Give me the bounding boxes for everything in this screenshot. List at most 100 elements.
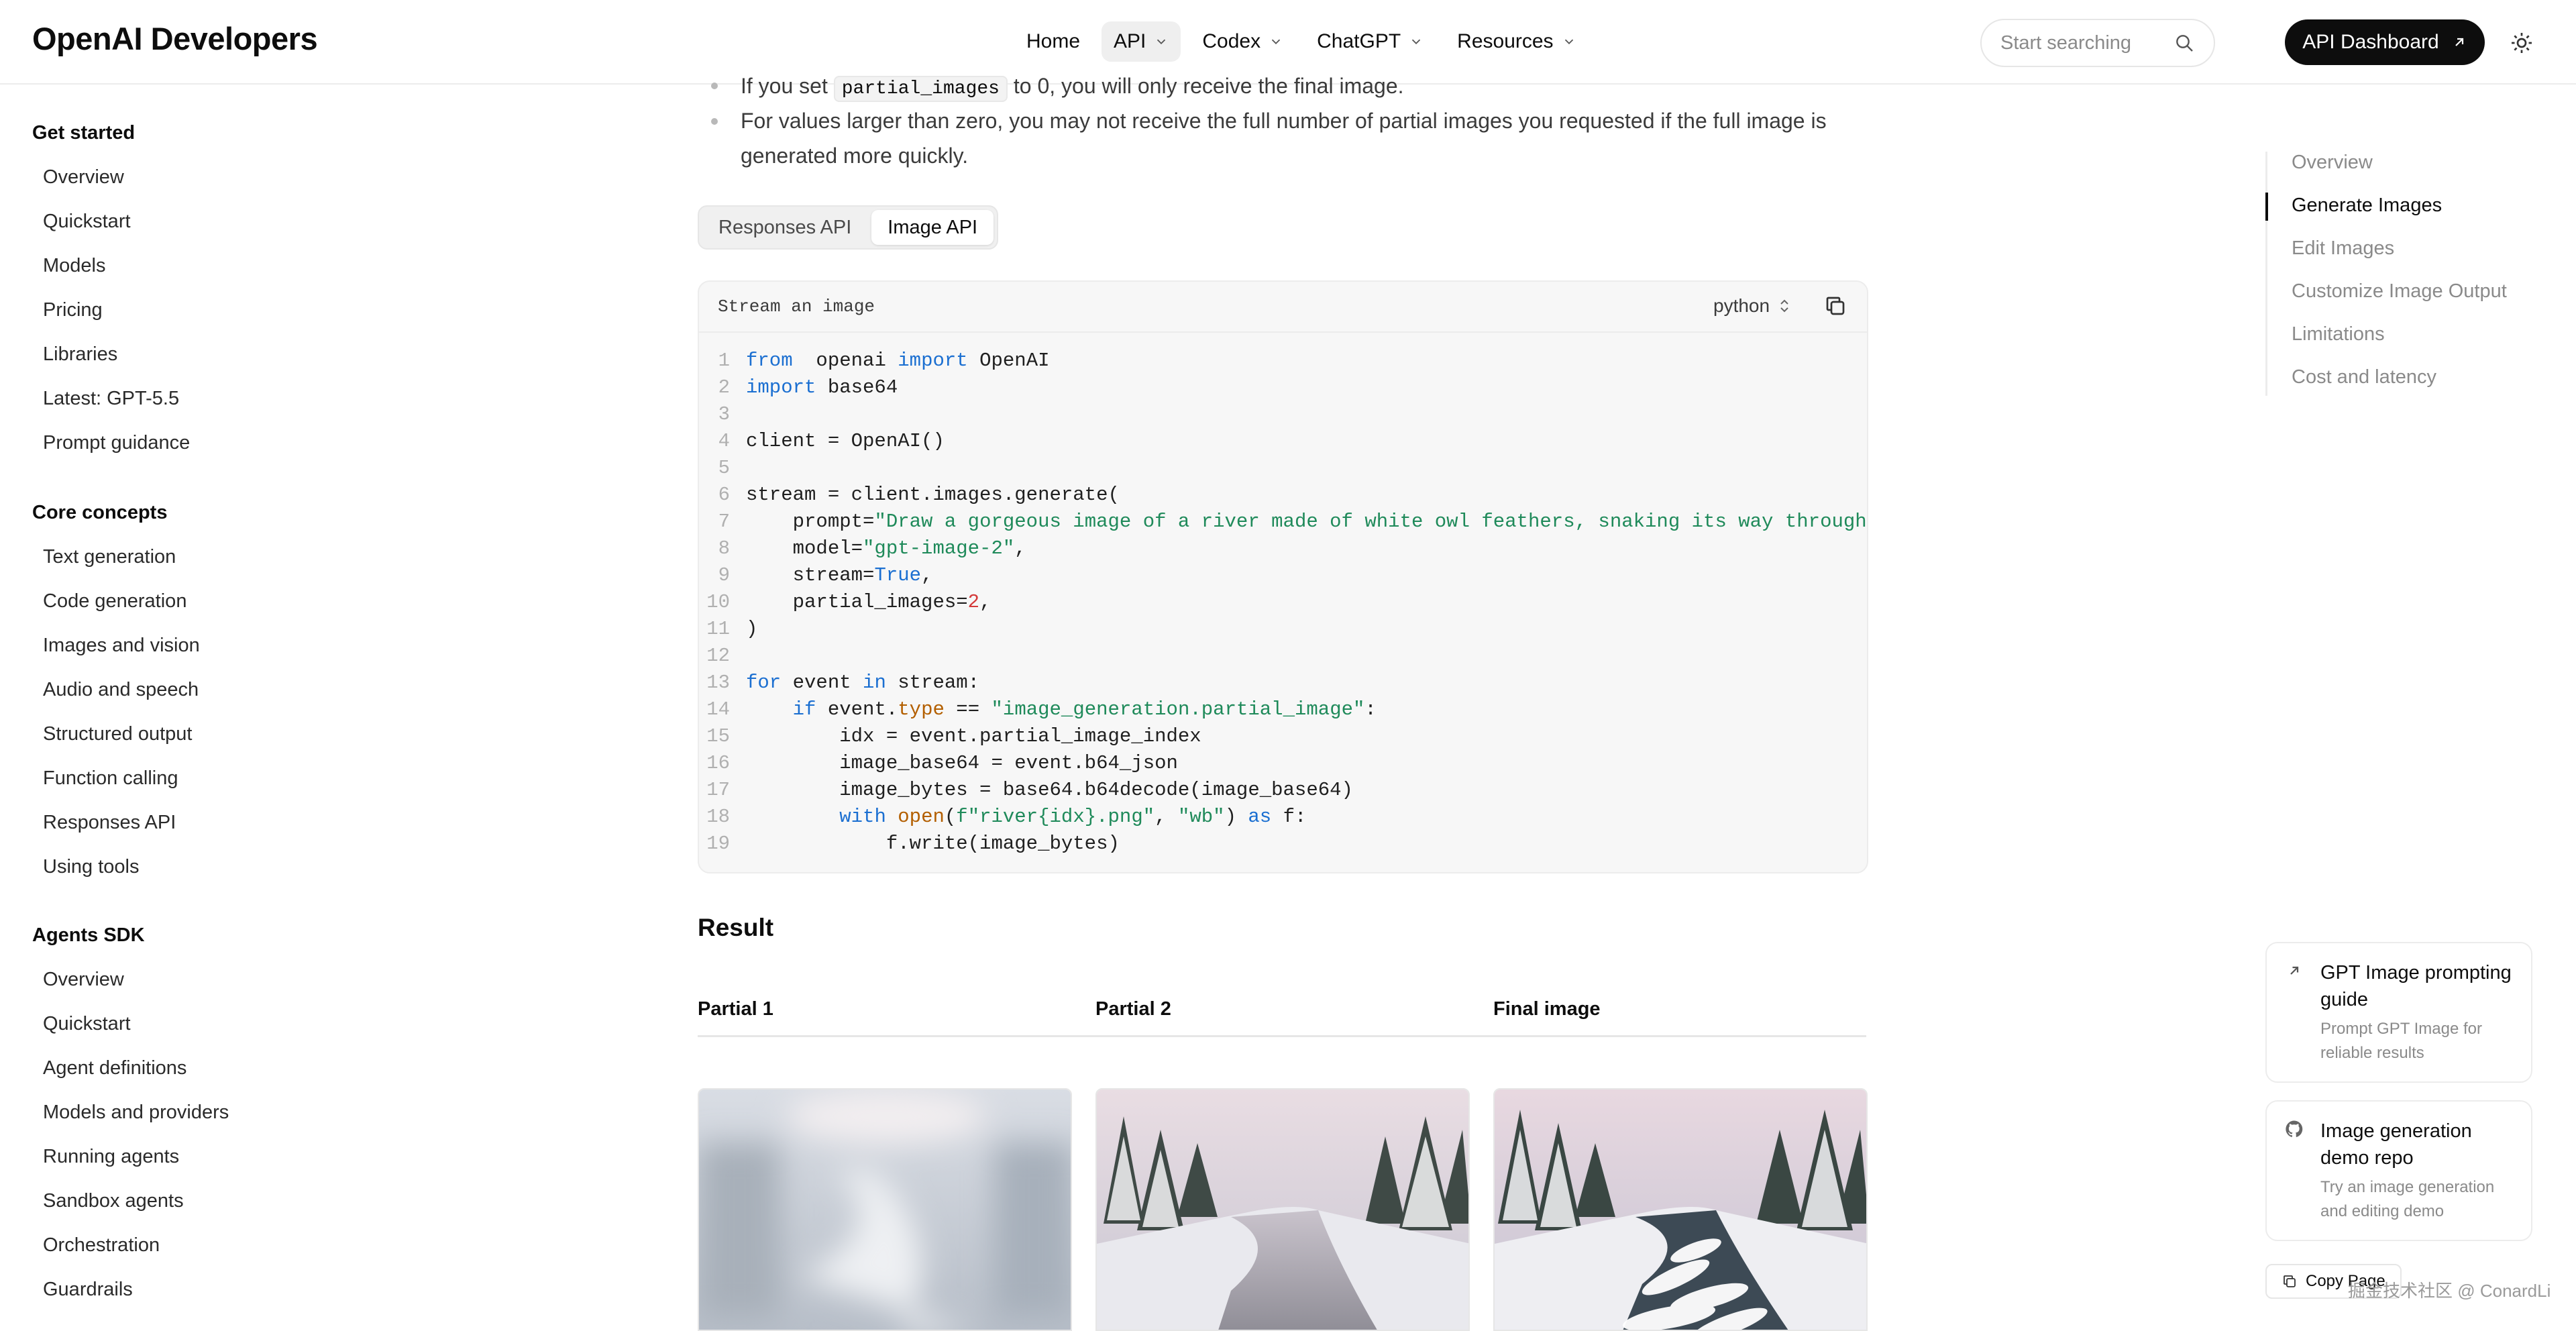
column-partial-1: Partial 1 — [698, 998, 773, 1020]
code-token: openai — [792, 350, 898, 372]
tab-image-api[interactable]: Image API — [871, 210, 994, 245]
code-token: as — [1248, 806, 1272, 828]
snowy-river-partial-image — [1097, 1089, 1468, 1330]
code-token: image_base64 = event.b64_json — [746, 752, 1178, 774]
line-number: 11 — [706, 618, 730, 640]
bullet2-line2: generated more quickly. — [741, 144, 969, 168]
sidebar-item-function-calling[interactable]: Function calling — [43, 767, 178, 790]
github-icon — [2286, 1120, 2303, 1137]
code-token: for — [746, 672, 782, 694]
bullet1-text-pre: If you set — [741, 74, 834, 98]
toc-item-generate-images[interactable]: Generate Images — [2292, 195, 2442, 217]
bullet2-line1: For values larger than zero, you may not… — [741, 109, 1827, 133]
sidebar-item-agent-definitions[interactable]: Agent definitions — [43, 1057, 186, 1079]
sidebar-item-agents-overview[interactable]: Overview — [43, 969, 124, 991]
toc-item-cost-latency[interactable]: Cost and latency — [2292, 366, 2436, 388]
code-token: ) — [746, 618, 758, 640]
sidebar-section-core-concepts: Core concepts — [32, 502, 168, 523]
sidebar-item-sandbox-agents[interactable]: Sandbox agents — [43, 1190, 184, 1212]
code-token: "gpt-image-2" — [863, 537, 1015, 560]
code-line: 19 f.write(image_bytes) — [699, 831, 1867, 857]
sidebar-item-orchestration[interactable]: Orchestration — [43, 1234, 160, 1257]
line-number: 12 — [706, 645, 730, 667]
code-token: import — [898, 350, 968, 372]
language-select[interactable]: python — [1713, 295, 1791, 317]
line-number: 14 — [706, 698, 730, 721]
code-token: if — [792, 698, 816, 721]
code-block: Stream an image python 1 from openai impo… — [698, 280, 1868, 873]
code-text: ) — [746, 616, 757, 643]
line-number: 5 — [718, 457, 730, 479]
toc-item-customize-output[interactable]: Customize Image Output — [2292, 280, 2507, 303]
code-token: f"river{idx}.png" — [956, 806, 1155, 828]
sidebar-item-agents-quickstart[interactable]: Quickstart — [43, 1013, 131, 1035]
partial-image-2 — [1095, 1088, 1470, 1331]
sidebar-item-using-tools[interactable]: Using tools — [43, 856, 139, 878]
code-token: model= — [746, 537, 863, 560]
bullet-partial-images-zero: If you set partial_images to 0, you will… — [741, 68, 1404, 107]
code-token: with — [839, 806, 886, 828]
code-line: 16 image_base64 = event.b64_json — [699, 750, 1867, 777]
code-line: 13 for event in stream: — [699, 670, 1867, 696]
code-block-header: Stream an image python — [699, 282, 1867, 333]
toc-item-overview[interactable]: Overview — [2292, 152, 2373, 174]
sidebar-item-latest[interactable]: Latest: GPT-5.5 — [43, 388, 179, 410]
left-sidebar: Get started Overview Quickstart Models P… — [0, 85, 282, 1331]
code-token: prompt= — [746, 511, 875, 533]
sidebar-item-quickstart[interactable]: Quickstart — [43, 211, 131, 233]
sidebar-item-overview[interactable]: Overview — [43, 166, 124, 189]
column-final-image: Final image — [1493, 998, 1601, 1020]
code-line: 6 stream = client.images.generate( — [699, 482, 1867, 509]
line-number: 13 — [706, 672, 730, 694]
sidebar-item-running-agents[interactable]: Running agents — [43, 1146, 179, 1168]
sidebar-item-audio-speech[interactable]: Audio and speech — [43, 679, 199, 701]
line-number: 2 — [718, 376, 730, 398]
code-token: == — [944, 698, 991, 721]
code-line: 14 if event.type == "image_generation.pa… — [699, 696, 1867, 723]
sidebar-item-guardrails[interactable]: Guardrails — [43, 1279, 133, 1301]
code-text: stream=True, — [746, 562, 933, 589]
code-token: event — [781, 672, 863, 694]
code-line: 5 — [699, 455, 1867, 482]
arrow-up-right-icon — [2290, 966, 2299, 975]
code-token: stream = client.images.generate( — [746, 484, 1120, 506]
code-line: 10 partial_images=2, — [699, 589, 1867, 616]
sidebar-item-libraries[interactable]: Libraries — [43, 343, 117, 366]
code-lines: 1 from openai import OpenAI 2 import base64… — [699, 348, 1867, 857]
sidebar-item-pricing[interactable]: Pricing — [43, 299, 103, 321]
bullet-marker — [711, 118, 718, 125]
card-prompting-guide[interactable]: GPT Image prompting guide Prompt GPT Ima… — [2265, 942, 2532, 1083]
code-line: 4 client = OpenAI() — [699, 428, 1867, 455]
sidebar-item-prompt-guidance[interactable]: Prompt guidance — [43, 432, 190, 454]
line-number: 18 — [706, 806, 730, 828]
code-text: import base64 — [746, 374, 898, 401]
code-line: 11) — [699, 616, 1867, 643]
line-number: 17 — [706, 779, 730, 801]
bullet-marker — [711, 83, 718, 89]
line-number: 7 — [718, 511, 730, 533]
result-divider — [698, 1035, 1866, 1037]
card-demo-repo[interactable]: Image generation demo repo Try an image … — [2265, 1100, 2532, 1241]
code-token: ) — [1224, 806, 1248, 828]
line-number: 3 — [718, 403, 730, 425]
sidebar-item-images-vision[interactable]: Images and vision — [43, 635, 200, 657]
sidebar-item-responses-api[interactable]: Responses API — [43, 812, 176, 834]
code-token: , — [921, 564, 933, 586]
line-number: 6 — [718, 484, 730, 506]
toc-item-edit-images[interactable]: Edit Images — [2292, 237, 2394, 260]
copy-icon[interactable] — [1823, 294, 1847, 318]
bullet1-text-post: to 0, you will only receive the final im… — [1007, 74, 1404, 98]
code-line: 18 with open(f"river{idx}.png", "wb") as… — [699, 804, 1867, 831]
sidebar-item-text-generation[interactable]: Text generation — [43, 546, 176, 568]
sidebar-item-structured-output[interactable]: Structured output — [43, 723, 192, 745]
sidebar-item-code-generation[interactable]: Code generation — [43, 590, 186, 613]
sidebar-item-models[interactable]: Models — [43, 255, 106, 277]
code-text: with open(f"river{idx}.png", "wb") as f: — [746, 804, 1306, 831]
code-line: 2 import base64 — [699, 374, 1867, 401]
chevron-up-down-icon — [1780, 299, 1788, 313]
toc-item-limitations[interactable]: Limitations — [2292, 323, 2385, 345]
sidebar-item-models-providers[interactable]: Models and providers — [43, 1102, 229, 1124]
tab-responses-api[interactable]: Responses API — [702, 210, 867, 245]
